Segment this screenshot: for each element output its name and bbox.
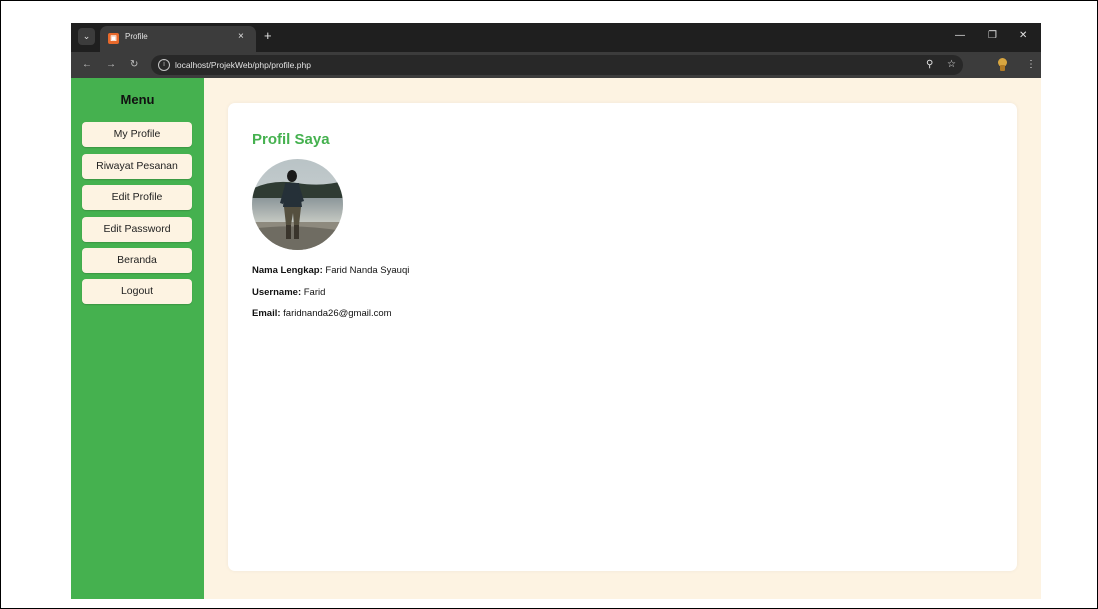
info-icon[interactable]: i: [158, 59, 170, 71]
menu-beranda-button[interactable]: Beranda: [82, 248, 192, 273]
username-value: Farid: [303, 287, 326, 298]
email-value: faridnanda26@gmail.com: [283, 308, 392, 319]
minimize-icon[interactable]: —: [955, 29, 965, 43]
username-label: Username:: [252, 287, 302, 298]
full-name-value: Farid Nanda Syauqi: [325, 265, 410, 276]
tab-menu-icon[interactable]: ⌄: [78, 28, 95, 45]
menu-riwayat-pesanan-button[interactable]: Riwayat Pesanan: [82, 154, 192, 179]
browser-toolbar: ← → ↻ i localhost/ProjekWeb/php/profile.…: [71, 52, 1041, 78]
sidebar: Menu My Profile Riwayat Pesanan Edit Pro…: [71, 78, 204, 599]
browser-window: ⌄ ▣ Profile × + — ❐ ✕ ← → ↻ i localhost/…: [71, 23, 1041, 599]
back-icon[interactable]: ←: [82, 58, 92, 72]
tab-strip: ⌄ ▣ Profile × + — ❐ ✕: [71, 23, 1041, 52]
page-content: Menu My Profile Riwayat Pesanan Edit Pro…: [71, 78, 1041, 599]
reload-icon[interactable]: ↻: [130, 58, 138, 72]
extension-icon[interactable]: [995, 57, 1010, 72]
menu-logout-button[interactable]: Logout: [82, 279, 192, 304]
full-name-label: Nama Lengkap:: [252, 265, 323, 276]
more-icon[interactable]: ⋮: [1026, 58, 1036, 72]
profile-card: Profil Saya Nama Lengkap: Farid Nanda Sy…: [228, 103, 1017, 571]
avatar: [252, 159, 343, 250]
full-name-row: Nama Lengkap: Farid Nanda Syauqi: [252, 265, 409, 276]
menu-my-profile-button[interactable]: My Profile: [82, 122, 192, 147]
email-row: Email: faridnanda26@gmail.com: [252, 308, 392, 319]
zoom-icon[interactable]: ⚲: [926, 58, 933, 72]
address-bar[interactable]: i localhost/ProjekWeb/php/profile.php ⚲ …: [151, 55, 963, 75]
tab-title: Profile: [125, 32, 148, 41]
new-tab-icon[interactable]: +: [264, 28, 272, 44]
forward-icon[interactable]: →: [106, 58, 116, 72]
restore-icon[interactable]: ❐: [988, 29, 997, 43]
star-icon[interactable]: ☆: [947, 58, 956, 72]
menu-edit-profile-button[interactable]: Edit Profile: [82, 185, 192, 210]
screenshot-frame: ⌄ ▣ Profile × + — ❐ ✕ ← → ↻ i localhost/…: [0, 0, 1098, 609]
favicon-icon: ▣: [108, 33, 119, 44]
url-text[interactable]: localhost/ProjekWeb/php/profile.php: [175, 60, 311, 70]
tab-close-icon[interactable]: ×: [238, 31, 244, 42]
tab-profile[interactable]: ▣ Profile ×: [100, 26, 256, 52]
page-title: Profil Saya: [252, 131, 330, 148]
menu-edit-password-button[interactable]: Edit Password: [82, 217, 192, 242]
menu-title: Menu: [120, 92, 155, 107]
username-row: Username: Farid: [252, 287, 325, 298]
email-label: Email:: [252, 308, 281, 319]
close-icon[interactable]: ✕: [1019, 29, 1027, 43]
